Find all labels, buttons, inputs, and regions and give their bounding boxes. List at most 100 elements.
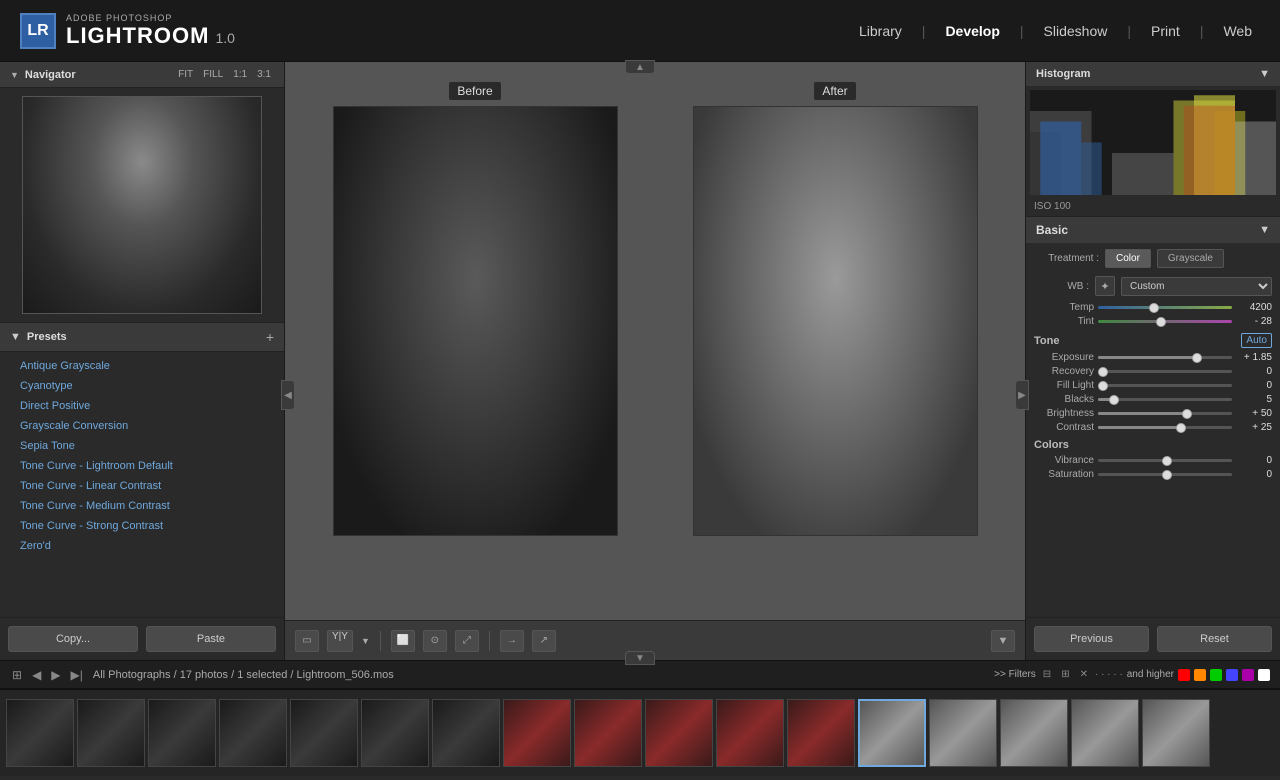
vibrance-slider-thumb[interactable] — [1162, 456, 1172, 466]
nav-fit-button[interactable]: FIT — [175, 68, 196, 81]
contrast-slider-track[interactable] — [1098, 426, 1232, 429]
next-arrow-icon[interactable]: ▶ — [49, 666, 62, 684]
before-image-container: Before — [305, 82, 645, 600]
filmstrip-thumb-13[interactable] — [858, 699, 926, 767]
preset-item-antique-grayscale[interactable]: Antique Grayscale — [0, 356, 284, 376]
recovery-slider-track[interactable] — [1098, 370, 1232, 373]
bottom-collapse-button[interactable]: ▼ — [625, 651, 655, 665]
filmstrip-thumb-9[interactable] — [574, 699, 642, 767]
reset-button[interactable]: Reset — [1157, 626, 1272, 652]
loupe-view-button[interactable]: ▭ — [295, 630, 319, 652]
previous-button[interactable]: Previous — [1034, 626, 1149, 652]
filmstrip-thumb-5[interactable] — [290, 699, 358, 767]
histogram-collapse-icon[interactable]: ▼ — [1259, 68, 1270, 80]
nav-develop[interactable]: Develop — [937, 19, 1007, 43]
filmstrip-thumb-2[interactable] — [77, 699, 145, 767]
saturation-slider-track[interactable] — [1098, 473, 1232, 476]
red-flag[interactable] — [1178, 669, 1190, 681]
temp-slider-track[interactable] — [1098, 306, 1232, 309]
filmstrip-thumb-1[interactable] — [6, 699, 74, 767]
preset-item-cyanotype[interactable]: Cyanotype — [0, 376, 284, 396]
preset-item-sepia-tone[interactable]: Sepia Tone — [0, 436, 284, 456]
fill-light-slider-track[interactable] — [1098, 384, 1232, 387]
preset-item-grayscale-conversion[interactable]: Grayscale Conversion — [0, 416, 284, 436]
filmstrip-thumb-6[interactable] — [361, 699, 429, 767]
saturation-slider-thumb[interactable] — [1162, 470, 1172, 480]
white-flag[interactable] — [1258, 669, 1270, 681]
wb-select[interactable]: Custom — [1121, 277, 1272, 296]
crop-button[interactable]: ⬜ — [391, 630, 415, 652]
purple-flag[interactable] — [1242, 669, 1254, 681]
histogram-chart — [1030, 90, 1276, 195]
compare-mode-dropdown[interactable]: Y|Y — [327, 630, 353, 652]
grayscale-treatment-button[interactable]: Grayscale — [1157, 249, 1224, 268]
wb-eyedropper-button[interactable]: ✦ — [1095, 276, 1115, 296]
basic-content: Treatment : Color Grayscale WB : ✦ Custo… — [1026, 243, 1280, 489]
close-filter-button[interactable]: ✕ — [1077, 667, 1091, 682]
paste-button[interactable]: Paste — [146, 626, 276, 652]
orange-flag[interactable] — [1194, 669, 1206, 681]
circle-button[interactable]: ⊙ — [423, 630, 447, 652]
tint-slider-track[interactable] — [1098, 320, 1232, 323]
brightness-slider-thumb[interactable] — [1182, 409, 1192, 419]
preset-item-tone-curve-medium[interactable]: Tone Curve - Medium Contrast — [0, 496, 284, 516]
nav-slideshow[interactable]: Slideshow — [1036, 19, 1116, 43]
basic-collapse-icon[interactable]: ▼ — [1259, 224, 1270, 236]
temp-slider-thumb[interactable] — [1149, 303, 1159, 313]
filmstrip-thumb-4[interactable] — [219, 699, 287, 767]
vibrance-slider-track[interactable] — [1098, 459, 1232, 462]
blue-flag[interactable] — [1226, 669, 1238, 681]
tone-auto-button[interactable]: Auto — [1241, 333, 1272, 348]
color-treatment-button[interactable]: Color — [1105, 249, 1151, 268]
nav-3to1-button[interactable]: 3:1 — [254, 68, 274, 81]
filmstrip-thumb-12[interactable] — [787, 699, 855, 767]
nav-fill-button[interactable]: FILL — [200, 68, 226, 81]
contrast-slider-thumb[interactable] — [1176, 423, 1186, 433]
filmstrip-thumb-8[interactable] — [503, 699, 571, 767]
preset-item-zerod[interactable]: Zero'd — [0, 536, 284, 556]
filmstrip-thumb-14[interactable] — [929, 699, 997, 767]
right-panel-collapse-button[interactable]: ▶ — [1015, 380, 1029, 410]
filmstrip-thumb-10[interactable] — [645, 699, 713, 767]
nav-library[interactable]: Library — [851, 19, 910, 43]
nav-1to1-button[interactable]: 1:1 — [230, 68, 250, 81]
tint-slider-thumb[interactable] — [1156, 317, 1166, 327]
grid-view-button[interactable]: ⊞ — [1058, 667, 1072, 682]
filmstrip-thumb-3[interactable] — [148, 699, 216, 767]
preset-item-direct-positive[interactable]: Direct Positive — [0, 396, 284, 416]
copy-button[interactable]: Copy... — [8, 626, 138, 652]
filmstrip-toggle-button[interactable]: ▼ — [991, 630, 1015, 652]
preset-item-tone-curve-default[interactable]: Tone Curve - Lightroom Default — [0, 456, 284, 476]
toolbar-dropdown-arrow[interactable]: ▼ — [361, 636, 370, 646]
blacks-slider-track[interactable] — [1098, 398, 1232, 401]
filmstrip-thumb-16[interactable] — [1071, 699, 1139, 767]
exposure-slider-thumb[interactable] — [1192, 353, 1202, 363]
left-panel-collapse-button[interactable]: ◀ — [281, 380, 295, 410]
filmstrip-thumb-17[interactable] — [1142, 699, 1210, 767]
brightness-slider-track[interactable] — [1098, 412, 1232, 415]
blacks-slider-thumb[interactable] — [1109, 395, 1119, 405]
filmstrip-thumb-7[interactable] — [432, 699, 500, 767]
preset-item-tone-curve-strong[interactable]: Tone Curve - Strong Contrast — [0, 516, 284, 536]
presets-add-button[interactable]: + — [266, 329, 274, 345]
arrows-button[interactable]: ⤢ — [455, 630, 479, 652]
presets-collapse-icon[interactable]: ▼ — [10, 331, 21, 343]
end-arrow-icon[interactable]: ▶| — [69, 666, 85, 684]
prev-nav-button[interactable]: → — [500, 630, 524, 652]
nav-web[interactable]: Web — [1215, 19, 1260, 43]
navigator-collapse-icon[interactable]: ▼ — [10, 70, 19, 80]
preset-item-tone-curve-linear[interactable]: Tone Curve - Linear Contrast — [0, 476, 284, 496]
green-flag[interactable] — [1210, 669, 1222, 681]
fill-light-slider-thumb[interactable] — [1098, 381, 1108, 391]
prev-arrow-icon[interactable]: ◀ — [30, 666, 43, 684]
grid-icon[interactable]: ⊞ — [10, 666, 24, 684]
top-collapse-button[interactable]: ▲ — [625, 60, 655, 74]
filters-label[interactable]: >> Filters — [994, 669, 1036, 680]
recovery-slider-thumb[interactable] — [1098, 367, 1108, 377]
nav-print[interactable]: Print — [1143, 19, 1188, 43]
next-nav-button[interactable]: ↗ — [532, 630, 556, 652]
exposure-slider-track[interactable] — [1098, 356, 1232, 359]
filmstrip-view-button[interactable]: ⊟ — [1040, 667, 1054, 682]
filmstrip-thumb-15[interactable] — [1000, 699, 1068, 767]
filmstrip-thumb-11[interactable] — [716, 699, 784, 767]
